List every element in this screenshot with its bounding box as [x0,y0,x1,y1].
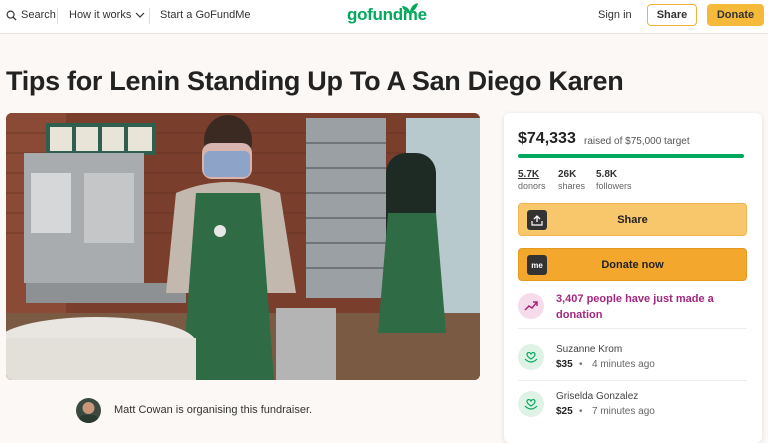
organiser-text: Matt Cowan is organising this fundraiser… [114,404,313,416]
progress-bar [518,154,744,158]
nav-divider [57,8,58,24]
stat-value: 5.7K [518,169,540,180]
share-button-label: Share [617,213,648,226]
logo-sprout-icon [402,3,418,13]
stat-donors[interactable]: 5.7K donors [518,169,546,191]
upload-icon [527,210,547,230]
organiser-avatar[interactable] [76,398,101,423]
donate-button-label: Donate now [601,258,664,271]
share-button[interactable]: Share [518,203,747,236]
hands-heart-icon [518,391,544,417]
gofundme-me-icon: me [527,255,547,275]
donor-name: Griselda Gonzalez [556,391,639,402]
header-donate-button[interactable]: Donate [707,4,764,26]
donate-now-button[interactable]: me Donate now [518,248,747,281]
stat-label: followers [596,181,632,191]
stat-value: 5.8K [596,169,618,180]
hands-heart-icon [518,344,544,370]
how-it-works-menu[interactable]: How it works [69,9,145,21]
donor-item: Suzanne Krom $35 • 4 minutes ago [518,334,747,380]
target-text: raised of $75,000 target [584,136,690,147]
donor-name: Suzanne Krom [556,344,623,355]
search-icon [6,10,17,21]
header-share-button[interactable]: Share [647,4,697,26]
stat-label: donors [518,181,546,191]
campaign-title: Tips for Lenin Standing Up To A San Dieg… [6,66,624,96]
how-it-works-label: How it works [69,9,132,21]
stat-shares: 26K shares [558,169,585,191]
chevron-down-icon [135,12,145,18]
separator-dot: • [579,359,583,370]
search-label: Search [21,9,56,21]
donation-panel: $74,333 raised of $75,000 target 5.7K do… [504,113,762,443]
trend-text: 3,407 people have just made a donation [556,293,714,321]
separator-dot: • [579,406,583,417]
stat-followers: 5.8K followers [596,169,632,191]
start-label: Start a GoFundMe [160,9,251,21]
recent-donations-trend[interactable]: 3,407 people have just made a donation [518,291,747,329]
amount-raised: $74,333 [518,130,576,147]
start-gofundme-link[interactable]: Start a GoFundMe [160,9,251,21]
search-link[interactable]: Search [6,9,56,21]
top-navigation: Search How it works Start a GoFundMe gof… [0,0,768,34]
stat-label: shares [558,181,586,191]
trend-up-icon [518,293,544,319]
donor-amount: $25 [556,406,573,417]
donor-time: 7 minutes ago [592,406,655,417]
stat-value: 26K [558,169,577,180]
donor-amount: $35 [556,359,573,370]
sign-in-label: Sign in [598,9,632,21]
sign-in-link[interactable]: Sign in [598,9,632,21]
nav-divider [149,8,150,24]
campaign-hero-image[interactable] [6,113,480,380]
donor-item: Griselda Gonzalez $25 • 7 minutes ago [518,380,747,426]
donor-time: 4 minutes ago [592,359,655,370]
hero-illustration [6,113,480,380]
